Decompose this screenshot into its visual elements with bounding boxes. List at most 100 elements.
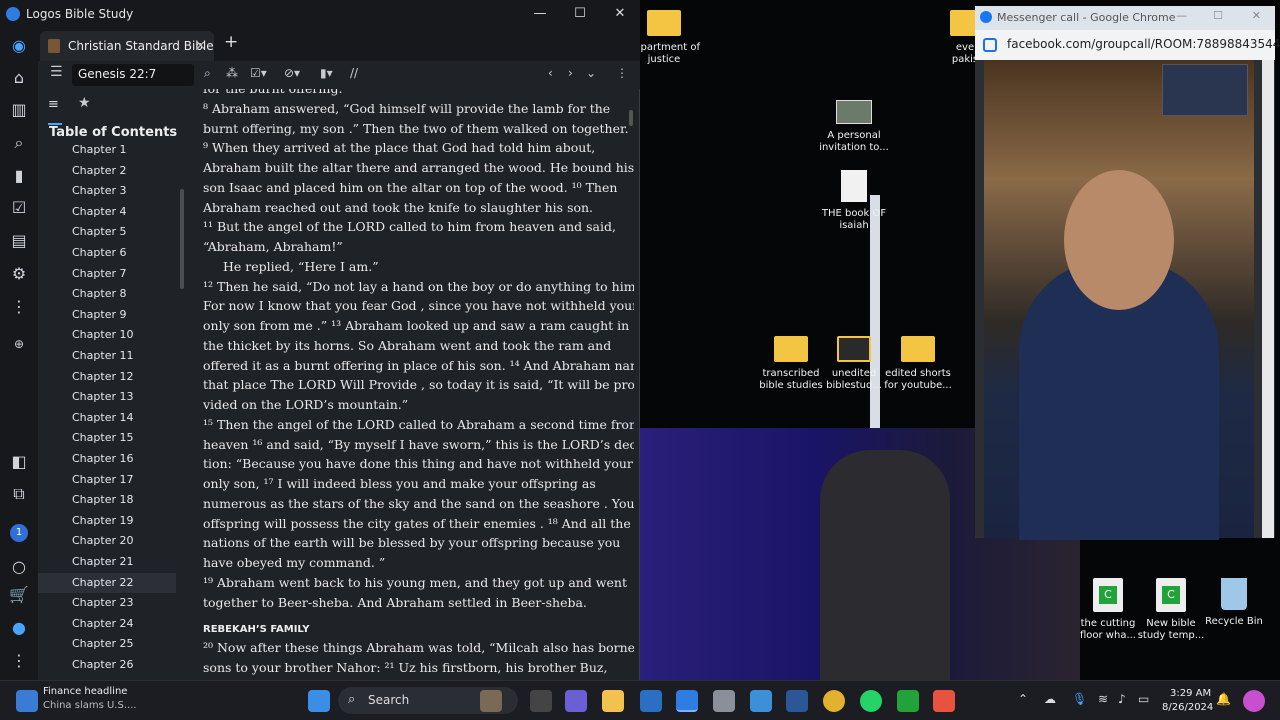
chrome-scrollbar[interactable]	[1262, 60, 1274, 538]
tray-chevron-icon[interactable]: ⌃	[1018, 692, 1028, 706]
toc-chapter-item[interactable]: Chapter 7	[72, 264, 126, 284]
toc-chapter-item[interactable]: Chapter 9	[72, 305, 126, 325]
toc-chapter-item[interactable]: Chapter 4	[72, 202, 126, 222]
toc-chapter-item[interactable]: Chapter 15	[72, 428, 133, 448]
bible-text-line[interactable]: Abraham reached out and took the knife t…	[203, 198, 613, 218]
interlinear-icon[interactable]: ⊘▾	[284, 66, 300, 80]
panel-menu-icon[interactable]: ☰	[50, 64, 63, 80]
settings-icon[interactable]	[713, 690, 735, 712]
toc-chapter-item[interactable]: Chapter 20	[72, 531, 133, 551]
bible-text-line[interactable]: ⁸ Abraham answered, “God himself will pr…	[203, 99, 613, 119]
account-icon[interactable]: ●	[9, 618, 29, 638]
toc-chapter-item[interactable]: Chapter 18	[72, 490, 133, 510]
battery-icon[interactable]: ▭	[1138, 692, 1149, 706]
logos-window[interactable]: Logos Bible Study — ☐ ✕ Christian Standa…	[0, 0, 640, 680]
bible-text-line[interactable]: numerous as the stars of the sky and the…	[203, 494, 634, 514]
toc-chapter-item[interactable]: Chapter 6	[72, 243, 126, 263]
add-icon[interactable]: ⊕	[9, 334, 29, 354]
bible-text-line[interactable]: that place The LORD Will Provide , so to…	[203, 375, 634, 395]
desktop-icon-isaiah[interactable]: THE book OF isaiah	[818, 170, 890, 232]
bible-text-line[interactable]: ⁹ When they arrived at the place that Go…	[203, 138, 613, 158]
bible-text-line[interactable]: heaven ¹⁶ and said, “By myself I have sw…	[203, 435, 634, 455]
desktop-icon-transcribed[interactable]: transcribed bible studies	[755, 336, 827, 392]
toc-chapter-item[interactable]: Chapter 26	[72, 655, 133, 675]
toc-chapter-item[interactable]: Chapter 2	[72, 161, 126, 181]
more-menu-icon[interactable]: ⋮	[9, 651, 29, 671]
apps-grid-icon[interactable]: ⋮	[9, 297, 29, 317]
toc-chapter-item[interactable]: Chapter 24	[72, 614, 133, 634]
bible-text-line[interactable]: ¹² Then he said, “Do not lay a hand on t…	[203, 277, 634, 297]
self-view-video[interactable]	[1162, 64, 1248, 116]
toc-chapter-item[interactable]: Chapter 19	[72, 511, 133, 531]
bible-text-line[interactable]: for the burnt offering.	[203, 89, 613, 99]
camtasia-icon[interactable]	[897, 690, 919, 712]
close-panels-icon[interactable]: ⧉	[9, 484, 29, 504]
bible-text-line[interactable]: nations of the earth will be blessed by …	[203, 533, 620, 553]
bible-text-line[interactable]: have obeyed my command. ”	[203, 553, 613, 573]
notifications-icon[interactable]: 🔔	[1216, 692, 1231, 706]
close-button[interactable]: ✕	[1252, 9, 1261, 22]
more-options-icon[interactable]: ⋮	[616, 66, 628, 80]
bible-text-line[interactable]: He replied, “Here I am.”	[223, 257, 633, 277]
bible-text-line[interactable]: ¹¹ But the angel of the LORD called to h…	[203, 217, 616, 237]
task-view-icon[interactable]	[530, 690, 552, 712]
toc-chapter-item[interactable]: Chapter 21	[72, 552, 133, 572]
bible-text-line[interactable]: “Abraham, Abraham!”	[203, 237, 613, 257]
bible-text-line[interactable]: burnt offering, my son .” Then the two o…	[203, 119, 629, 139]
new-tab-button[interactable]: +	[224, 32, 238, 52]
maximize-button[interactable]: ☐	[560, 0, 600, 27]
desktop-icon-personal-invitation[interactable]: A personal invitation to...	[818, 100, 890, 154]
toc-chapter-item[interactable]: Chapter 11	[72, 346, 133, 366]
bible-text-line[interactable]: the thicket by its horns. So Abraham wen…	[203, 336, 613, 356]
bible-text-line[interactable]: For now I know that you fear God , since…	[203, 296, 634, 316]
notification-badge[interactable]: 1	[10, 524, 28, 542]
tab-christian-standard-bible[interactable]: Christian Standard Bible ✕	[40, 31, 214, 61]
home-icon[interactable]: ⌂	[9, 68, 29, 88]
toc-chapter-item[interactable]: Chapter 3	[72, 181, 126, 201]
toc-chapter-item[interactable]: Chapter 14	[72, 408, 133, 428]
bible-text-line[interactable]: only son, ¹⁷ I will indeed bless you and…	[203, 474, 613, 494]
toc-chapter-item[interactable]: Chapter 12	[72, 367, 133, 387]
chrome-icon[interactable]	[823, 690, 845, 712]
site-info-icon[interactable]	[983, 38, 997, 52]
search-icon[interactable]: ⌕	[204, 66, 211, 81]
toc-chapter-item[interactable]: Chapter 17	[72, 470, 133, 490]
store-icon[interactable]	[640, 690, 662, 712]
news-widget-icon[interactable]	[16, 690, 38, 712]
bible-text-line[interactable]: vided on the LORD’s mountain.”	[203, 395, 613, 415]
documents-icon[interactable]: ▤	[9, 231, 29, 251]
close-tab-icon[interactable]: ✕	[195, 39, 206, 54]
checklist-icon[interactable]: ☑	[9, 198, 29, 218]
back-chevron-icon[interactable]: ‹	[548, 66, 553, 80]
cloud-icon[interactable]: ☁	[1044, 692, 1056, 706]
address-bar[interactable]: facebook.com/groupcall/ROOM:78898843544.…	[975, 30, 1280, 60]
word-icon[interactable]	[786, 690, 808, 712]
clock-time[interactable]: 3:29 AM	[1170, 688, 1211, 699]
wifi-icon[interactable]: ≋	[1098, 692, 1108, 706]
star-icon[interactable]: ★	[78, 95, 91, 111]
teams-icon[interactable]	[565, 690, 587, 712]
logos-home-icon[interactable]: ◉	[9, 36, 29, 56]
checkbox-filter-icon[interactable]: ☑▾	[250, 66, 267, 80]
file-explorer-icon[interactable]	[602, 690, 624, 712]
toc-scrollbar[interactable]	[180, 189, 184, 289]
parallel-icon[interactable]: //	[350, 66, 358, 80]
toc-chapter-item[interactable]: Chapter 1	[72, 140, 126, 160]
columns-icon[interactable]: ▮▾	[320, 66, 333, 80]
logos-taskbar-icon[interactable]	[676, 690, 698, 712]
news-subtitle[interactable]: China slams U.S....	[43, 700, 137, 711]
bible-text-pane[interactable]: for the burnt offering.⁸ Abraham answere…	[188, 89, 634, 680]
bible-text-line[interactable]: son Isaac and placed him on the altar on…	[203, 178, 617, 198]
toc-chapter-item[interactable]: Chapter 10	[72, 325, 133, 345]
maximize-button[interactable]: ☐	[1213, 9, 1223, 22]
bible-text-line[interactable]: sons to your brother Nahor: ²¹ Uz his fi…	[203, 658, 613, 678]
start-windows-icon[interactable]	[308, 690, 330, 712]
news-title[interactable]: Finance headline	[43, 686, 127, 697]
bible-text-line[interactable]: ¹⁹ Abraham went back to his young men, a…	[203, 573, 627, 593]
bible-text-line[interactable]: only son from me .” ¹³ Abraham looked up…	[203, 316, 629, 336]
copilot-icon[interactable]	[1243, 690, 1265, 712]
settings-gear-icon[interactable]: ⚙	[9, 264, 29, 284]
toc-chapter-item[interactable]: Chapter 22	[38, 572, 176, 593]
minimize-button[interactable]: —	[1176, 9, 1187, 22]
toc-chapter-item[interactable]: Chapter 5	[72, 222, 126, 242]
